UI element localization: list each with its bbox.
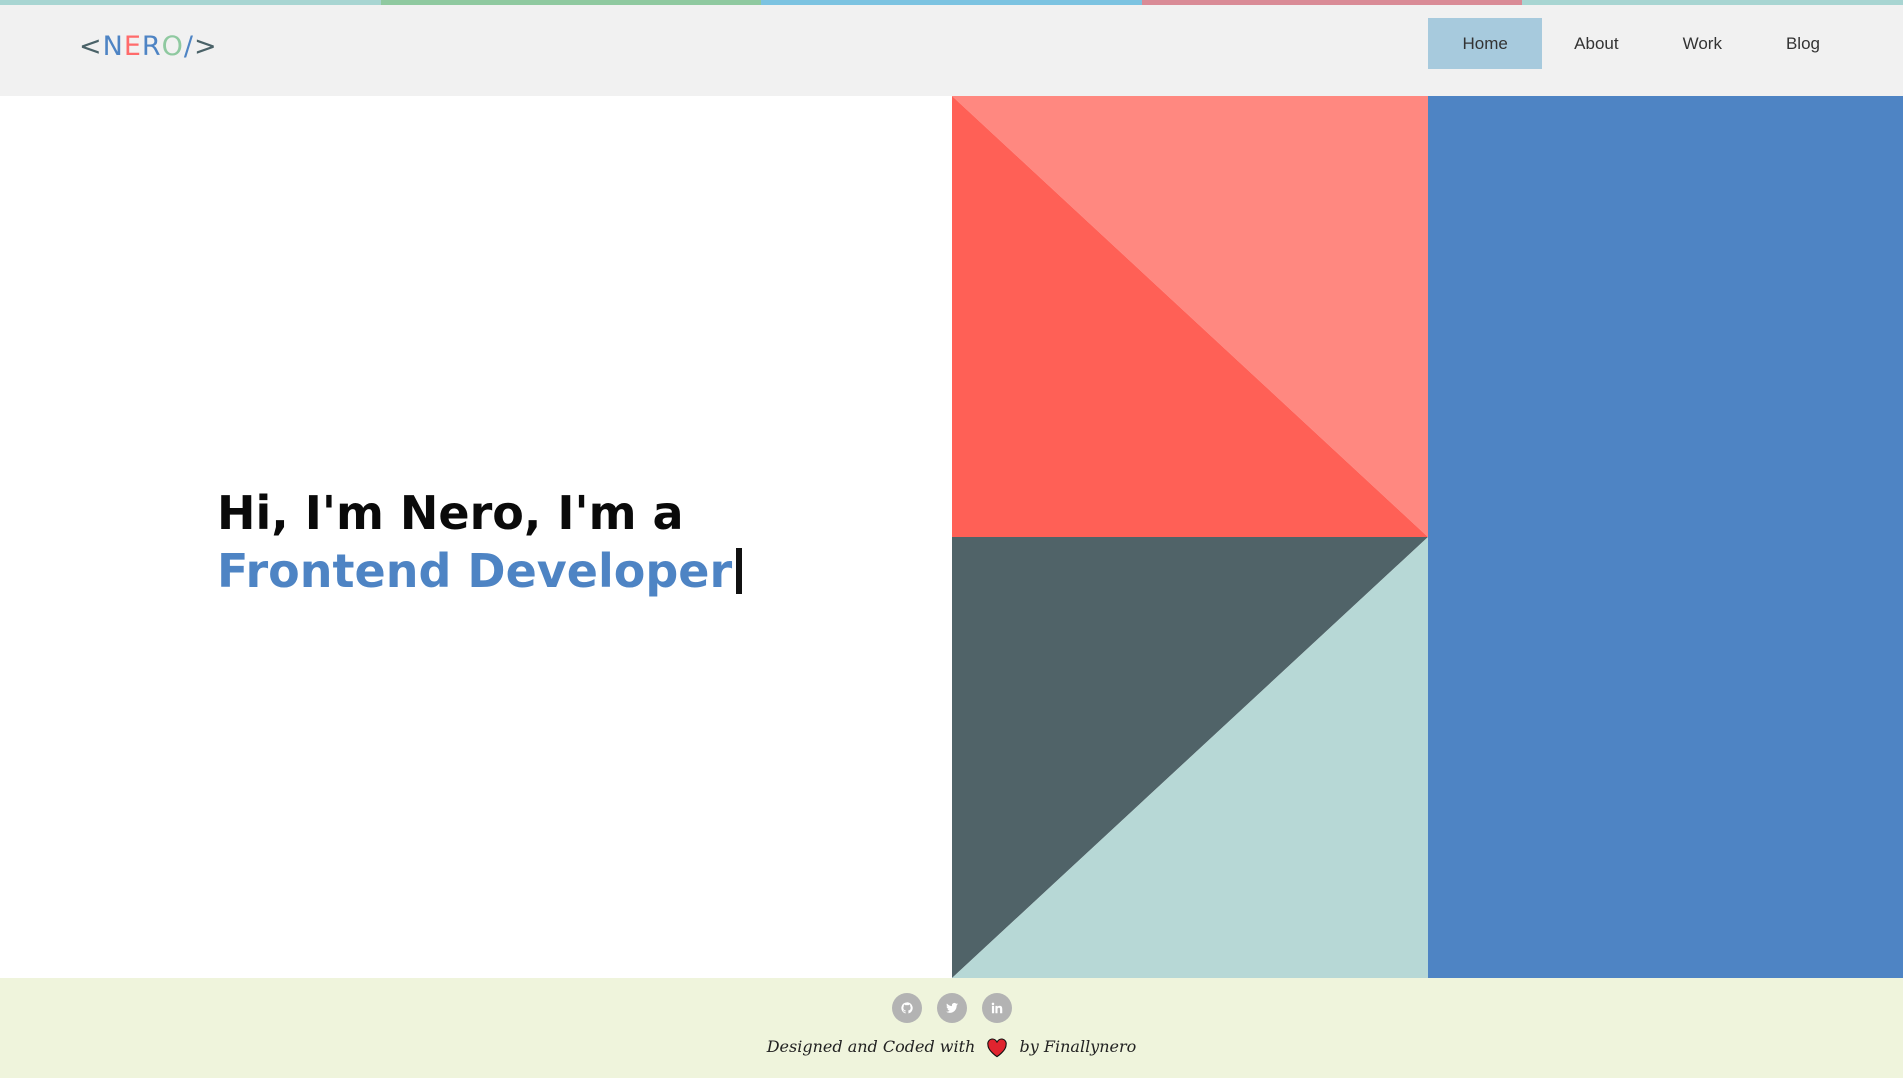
credit-prefix: Designed and Coded with — [766, 1037, 976, 1056]
hero-section: Hi, I'm Nero, I'm a Frontend Developer — [0, 96, 1903, 978]
blue-panel — [1428, 96, 1903, 978]
twitter-link[interactable] — [936, 993, 967, 1023]
twitter-icon — [945, 1002, 958, 1013]
logo-char: N — [102, 31, 124, 62]
linkedin-link[interactable] — [981, 993, 1012, 1023]
hero-role: Frontend Developer — [217, 544, 733, 598]
nav-item-home[interactable]: Home — [1428, 18, 1543, 69]
logo-char: O — [161, 31, 184, 62]
logo-char: > — [194, 31, 218, 62]
github-icon — [900, 1002, 913, 1014]
hero-headline: Hi, I'm Nero, I'm a Frontend Developer — [217, 484, 743, 600]
github-link[interactable] — [891, 993, 922, 1023]
nav-item-blog[interactable]: Blog — [1754, 18, 1852, 69]
nav-item-about[interactable]: About — [1542, 18, 1650, 69]
nav-item-work[interactable]: Work — [1651, 18, 1754, 69]
logo-char: / — [183, 31, 195, 62]
logo-char: E — [123, 31, 142, 62]
hero-role-line: Frontend Developer — [217, 542, 743, 600]
main-nav: Home About Work Blog — [1428, 18, 1852, 69]
hero-greeting: Hi, I'm Nero, I'm a — [217, 486, 684, 540]
social-links — [0, 993, 1903, 1023]
linkedin-icon — [991, 1002, 1002, 1014]
credit-suffix: by Finallynero — [1019, 1037, 1137, 1056]
site-footer: Designed and Coded with by Finallynero — [0, 978, 1903, 1078]
heart-icon — [987, 1037, 1008, 1057]
footer-credit: Designed and Coded with by Finallynero — [0, 1037, 1903, 1058]
hero-intro: Hi, I'm Nero, I'm a Frontend Developer — [0, 96, 952, 978]
logo-char: < — [79, 31, 103, 62]
geometric-artwork — [952, 96, 1428, 978]
site-logo[interactable]: <NERO/> — [79, 31, 218, 62]
logo-char: R — [141, 31, 162, 62]
site-header: <NERO/> Home About Work Blog — [0, 5, 1903, 96]
typing-cursor — [736, 548, 743, 594]
